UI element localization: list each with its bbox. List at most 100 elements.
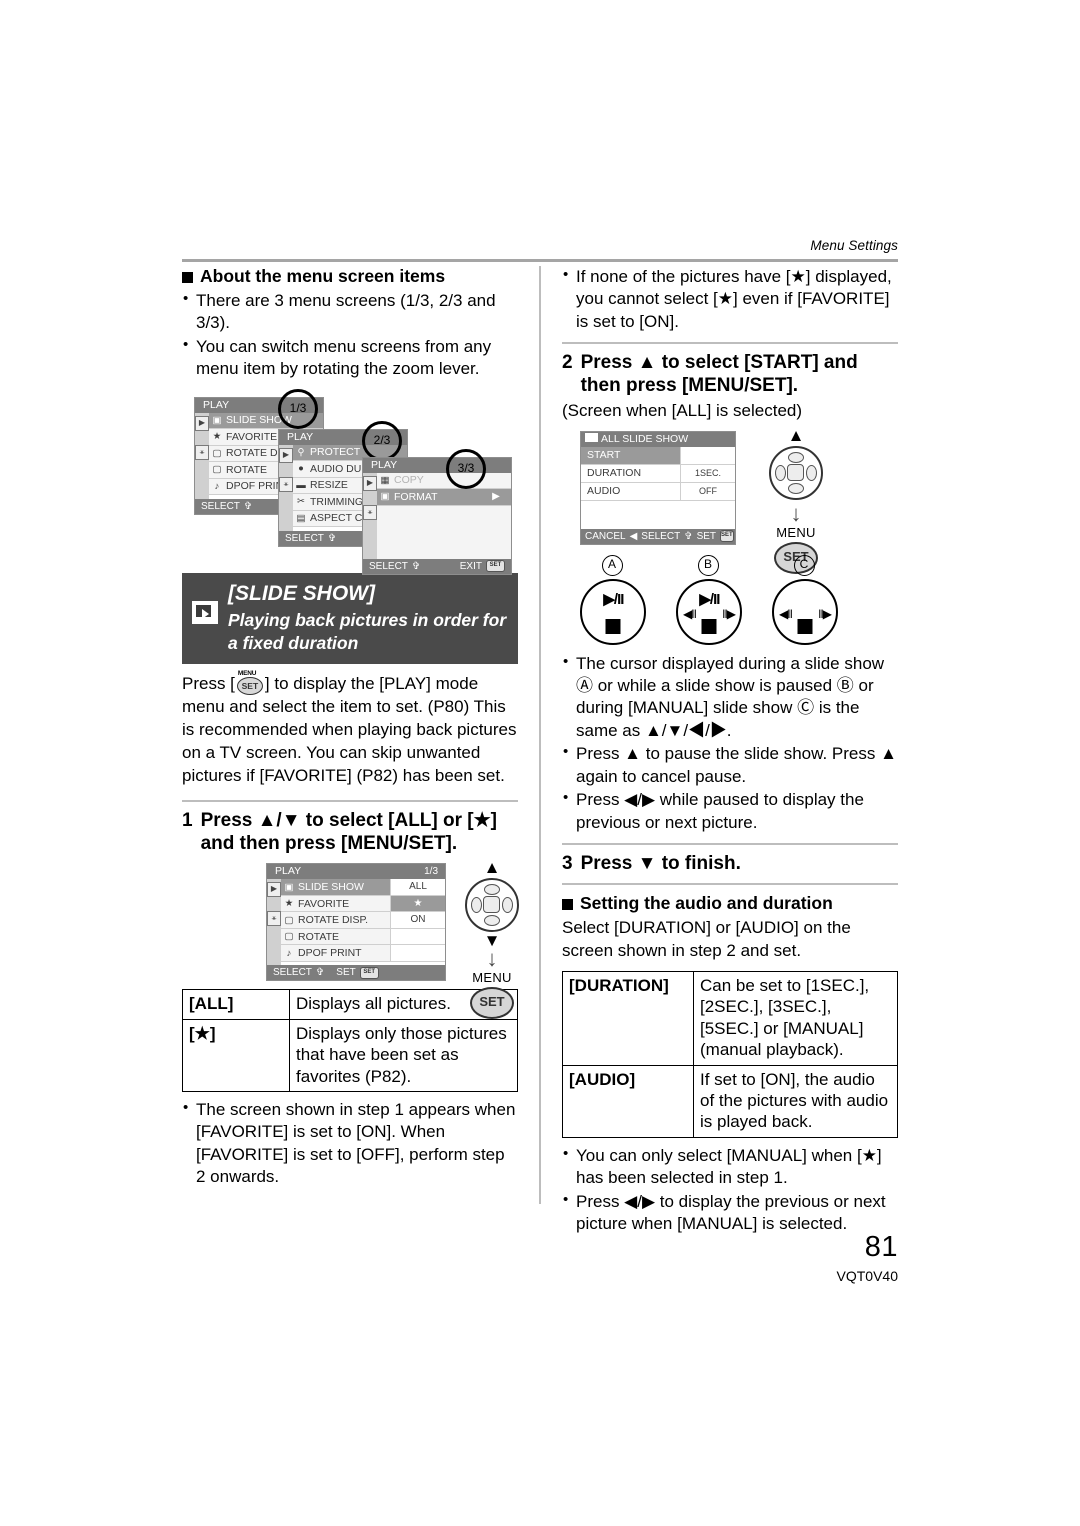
slideshow-icon: ▣ (284, 881, 294, 893)
page-number: 81 (864, 1231, 898, 1263)
lcd-title: PLAY (203, 398, 230, 411)
callout-label-a: A (601, 554, 623, 576)
menu-set-icon: SET (359, 966, 379, 979)
step-2-heading: 2 Press ▲ to select [START] and then pre… (562, 351, 898, 397)
cursor-circle: ▶/II (580, 578, 646, 645)
menu-row: ▢ ROTATE DISP. ON (281, 912, 445, 929)
callout-label-c: C (793, 554, 815, 576)
setup-tab-icon: ⚹ (279, 476, 293, 492)
dpad-left-icon (471, 897, 482, 914)
menu-set-icon: SET (486, 560, 505, 573)
lcd-footer-select: SELECT (201, 500, 240, 512)
step2-screen: ALL SLIDE SHOW START DURATION 1SEC. AUDI… (580, 430, 736, 545)
menu-row: START (581, 446, 735, 465)
prev-icon: ◀II (683, 606, 697, 621)
mic-icon: ● (298, 463, 304, 475)
step2-dpad-figure: ▲ ↓ MENU SET (758, 427, 834, 574)
format-icon: ▣ (380, 491, 390, 503)
set-label: SET (236, 677, 263, 696)
lcd-footer: CANCEL ◀ SELECT ✞ SET SET (581, 528, 735, 544)
stop-square-icon (797, 618, 813, 634)
menu-row: ▢ ROTATE (281, 928, 445, 946)
dpad-center-icon (483, 896, 500, 914)
menu-row-value (390, 945, 445, 961)
next-icon: II▶ (722, 606, 736, 621)
scissors-icon: ✂ (297, 496, 305, 508)
menu-row-value (390, 928, 445, 945)
top-bullets: If none of the pictures have [★] display… (562, 265, 898, 333)
setup-tab-icon: ⚹ (363, 504, 377, 520)
menu-row-value (481, 473, 511, 489)
lcd-footer-select: SELECT (285, 532, 324, 544)
lcd-title-bar: PLAY 1/3 (267, 864, 445, 880)
rotate-icon: ▢ (212, 464, 222, 476)
cursor-icon-b: B ▶/II ◀II II▶ (676, 554, 742, 645)
menu-items-bullet-list: There are 3 menu screens (1/3, 2/3 and 3… (182, 289, 518, 381)
page-indicator-text: 3/3 (457, 460, 475, 475)
bottom-bullets: You can only select [MANUAL] when [★] ha… (562, 1144, 898, 1236)
table-desc: Displays only those pictures that have b… (289, 1018, 518, 1093)
lcd-footer: SELECT ✞ EXIT SET (363, 558, 511, 574)
menu-row-label: AUDIO (587, 485, 621, 498)
dpad-center-icon (787, 463, 804, 481)
list-item: You can switch menu screens from any men… (182, 335, 518, 381)
dpad-left-icon (775, 464, 786, 481)
table-key: [AUDIO] (562, 1064, 694, 1138)
dpad-wheel-icon (769, 445, 823, 500)
menu-label: MENU (776, 524, 816, 540)
menu-row-label: DPOF PRINT (298, 947, 362, 960)
lcd-title: PLAY (287, 430, 314, 443)
dpad-down-icon (484, 915, 500, 927)
table-desc: If set to [ON], the audio of the picture… (693, 1064, 898, 1138)
menu-screen-3: PLAY ▶ ⚹ ▦ COPY ▣ FORMAT ▶ SELECT ✞ EXIT… (362, 456, 512, 575)
lcd-footer: SELECT ✞ SET SET (267, 965, 445, 981)
lcd-footer-select: SELECT (641, 530, 681, 542)
list-item: The cursor displayed during a slide show… (562, 652, 898, 743)
table-row: [DURATION] Can be set to [1SEC.], [2SEC.… (562, 971, 898, 1066)
cursor-circle: ◀II II▶ (772, 578, 838, 645)
page-indicator-text: 1/3 (424, 866, 438, 878)
cursor-icon-c: C ◀II II▶ (772, 554, 838, 645)
square-bullet-icon (182, 272, 193, 283)
dpad-glyph-icon: ✞ (327, 532, 337, 544)
list-item: There are 3 menu screens (1/3, 2/3 and 3… (182, 289, 518, 335)
rotate-disp-icon: ▢ (212, 447, 222, 459)
step-number: 2 (562, 352, 573, 374)
after-table-bullets: The screen shown in step 1 appears when … (182, 1098, 518, 1189)
star-icon: ★ (284, 898, 294, 910)
menu-row: DURATION 1SEC. (581, 464, 735, 483)
lcd-rows: START DURATION 1SEC. AUDIO OFF (581, 446, 735, 529)
rotate-disp-icon: ▢ (284, 914, 294, 926)
play-tab-icon: ▶ (267, 882, 281, 898)
page-indicator-1: 1/3 (278, 388, 318, 429)
menu-row-label: ROTATE DISP. (298, 914, 369, 927)
section-heading-audio-duration: Setting the audio and duration (562, 893, 898, 915)
audio-duration-rule (562, 883, 898, 886)
callout-label-b: B (697, 554, 719, 576)
aspect-icon: ▤ (296, 512, 306, 524)
cursor-icons-figure: A ▶/II B ▶/II ◀II II▶ C ◀II II▶ (580, 554, 916, 645)
running-head: Menu Settings (810, 238, 898, 253)
menu-row-label: FAVORITE (298, 897, 350, 910)
cursor-circle: ▶/II ◀II II▶ (676, 578, 742, 645)
submenu-arrow-icon: ▶ (481, 489, 511, 505)
play-pause-icon: ▶/II (699, 590, 720, 608)
left-column: About the menu screen items There are 3 … (182, 266, 519, 1190)
rotate-icon: ▢ (284, 931, 294, 943)
flow-arrow-icon: ↓ (486, 946, 498, 972)
lcd-footer-select: SELECT (369, 560, 408, 572)
lcd-footer-set: SET (696, 530, 717, 542)
header-rule (182, 259, 898, 262)
dpad-glyph-icon: ✞ (411, 560, 421, 572)
list-item: Press ◀/▶ while paused to display the pr… (562, 788, 898, 834)
column-divider (539, 266, 541, 1204)
lcd-rows: ▣ SLIDE SHOW ALL ★ FAVORITE ★ ▢ ROTATE D… (281, 879, 445, 966)
step3-rule (562, 843, 898, 846)
banner-subtitle: Playing back pictures in order for a fix… (228, 609, 507, 653)
table-row: [★] Displays only those pictures that ha… (182, 1018, 518, 1093)
prev-icon: ◀II (779, 606, 793, 621)
list-item: You can only select [MANUAL] when [★] ha… (562, 1144, 898, 1190)
step1-rule (182, 800, 518, 803)
lcd-footer-cancel: CANCEL (585, 530, 626, 542)
lcd-footer-select: SELECT (273, 967, 312, 979)
